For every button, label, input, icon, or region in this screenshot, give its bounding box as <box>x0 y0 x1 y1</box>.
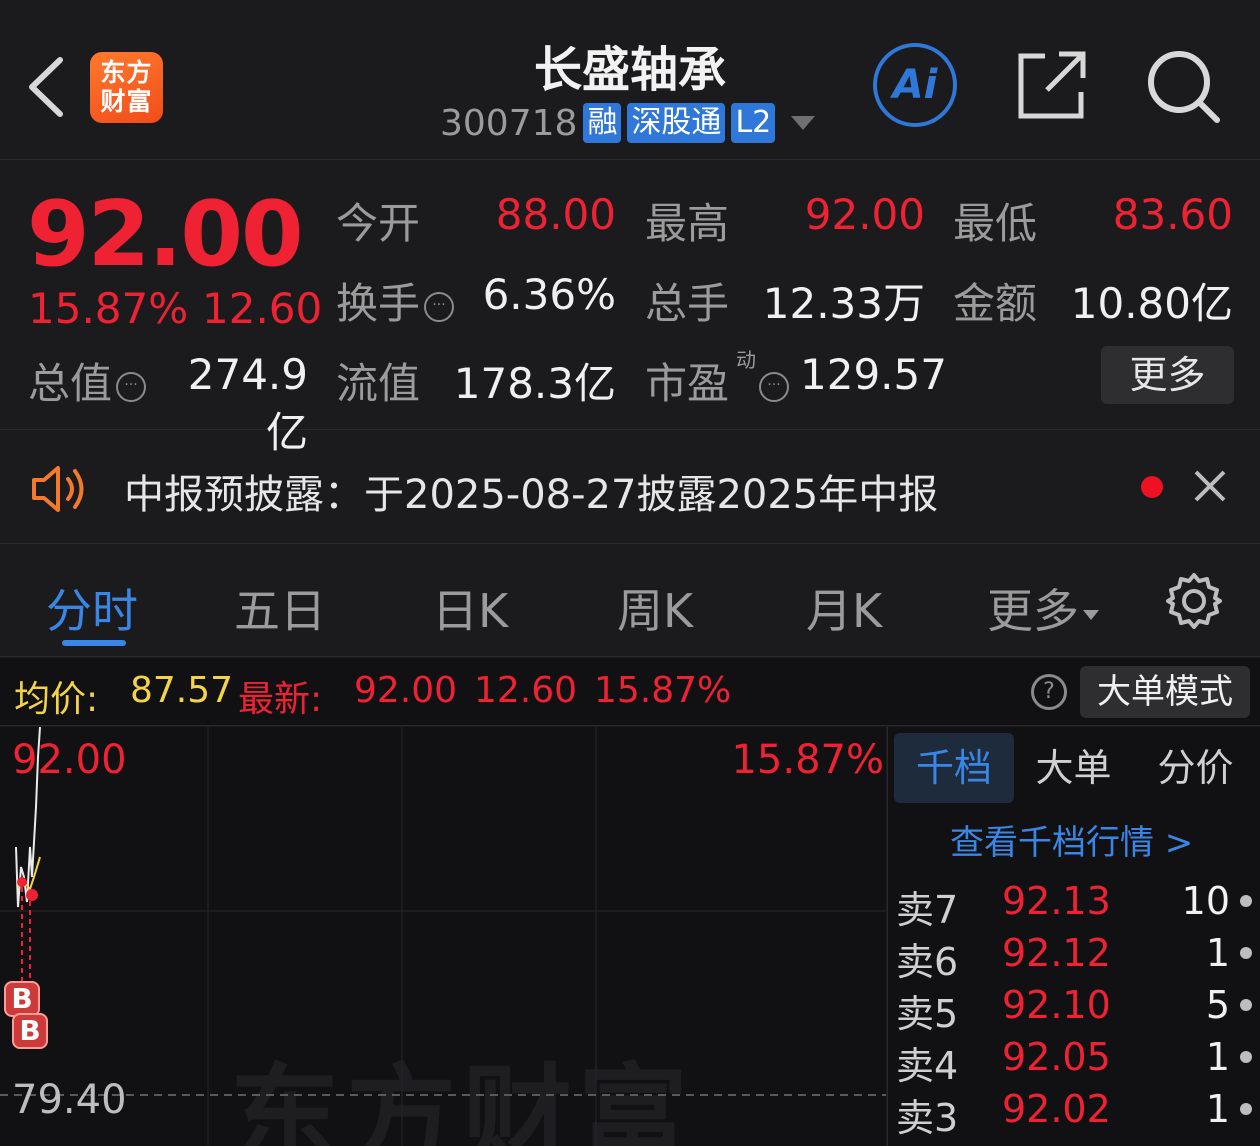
info-icon[interactable]: ··· <box>759 371 790 402</box>
unread-dot <box>1141 476 1163 498</box>
notice-text: 中报预披露：于2025-08-27披露2025年中报 <box>124 472 939 518</box>
chart-high-pct: 15.87% <box>731 737 884 783</box>
stock-code-line[interactable]: 300718 融 深股通 L2 <box>440 100 816 146</box>
tab-price-distribution[interactable]: 分价 <box>1138 733 1253 803</box>
header-bar: 东方 财富 长盛轴承 300718 融 深股通 L2 Ai <box>0 0 1260 160</box>
buy-marker[interactable]: B <box>4 981 40 1017</box>
volume-value: 12.33万 <box>762 279 925 328</box>
open-value: 88.00 <box>495 190 616 239</box>
turnover-label[interactable]: 换手 ··· <box>336 270 455 331</box>
row-dot-icon <box>1240 999 1252 1011</box>
book-row[interactable]: 卖7 92.13 10 <box>896 879 1256 932</box>
tab-weekly-k[interactable]: 周K <box>617 575 693 641</box>
pe-label[interactable]: 市盈 ··· <box>645 350 790 411</box>
chart-grid <box>0 727 886 1146</box>
mktcap-label[interactable]: 总值 ··· <box>28 350 147 411</box>
chart-tabs: 分时 五日 日K 周K 月K 更多 <box>0 545 1260 657</box>
turnover-value: 6.36% <box>482 270 616 319</box>
high-label: 最高 <box>645 199 730 248</box>
buy-marker[interactable]: B <box>12 1013 48 1049</box>
volume-label: 总手 <box>645 279 730 328</box>
big-order-mode-button[interactable]: 大单模式 <box>1080 666 1250 718</box>
tab-intraday[interactable]: 分时 <box>46 575 138 641</box>
amount-value: 10.80亿 <box>1070 279 1233 328</box>
help-icon[interactable]: ? <box>1031 674 1067 710</box>
row-dot-icon <box>1240 947 1252 959</box>
pe-dynamic-mark: 动 <box>736 348 756 372</box>
open-label: 今开 <box>336 199 421 248</box>
float-value: 178.3亿 <box>453 359 616 408</box>
active-tab-indicator <box>62 640 126 646</box>
change-percent: 15.87% <box>28 284 189 333</box>
chart-low-price: 79.40 <box>12 1077 127 1123</box>
float-label: 流值 <box>336 359 421 408</box>
tab-monthly-k[interactable]: 月K <box>806 575 882 641</box>
gear-icon[interactable] <box>1165 572 1223 630</box>
dropdown-caret-icon[interactable] <box>791 116 816 130</box>
chevron-down-icon <box>1083 609 1099 620</box>
average-price-bar: 均价: 87.57 最新: 92.00 12.60 15.87% <box>0 658 1260 726</box>
avg-value: 87.57 <box>130 670 234 711</box>
view-thousand-levels-link[interactable]: 查看千档行情 > <box>950 815 1193 864</box>
back-arrow-icon[interactable] <box>22 52 72 122</box>
info-icon[interactable]: ··· <box>116 371 147 402</box>
order-book: 千档 大单 分价 查看千档行情 > 卖7 92.13 10 卖6 92.12 1… <box>887 727 1260 1146</box>
avg-label: 均价: <box>14 679 99 720</box>
last-price: 92.00 <box>27 182 304 287</box>
pe-value: 129.57 <box>800 350 947 399</box>
tab-five-day[interactable]: 五日 <box>234 575 326 641</box>
chart-high-price: 92.00 <box>12 737 127 783</box>
share-icon[interactable] <box>1015 48 1089 122</box>
book-row[interactable]: 卖3 92.02 1 <box>896 1087 1256 1140</box>
search-icon[interactable] <box>1145 48 1223 126</box>
intraday-chart[interactable]: 东方财富 92.00 15.87% 79.40 B B <box>0 727 886 1146</box>
close-icon[interactable] <box>1190 466 1230 506</box>
amount-label: 金额 <box>953 279 1038 328</box>
tab-big-orders[interactable]: 大单 <box>1016 733 1131 803</box>
speaker-icon <box>32 466 84 512</box>
change-amount: 12.60 <box>202 284 323 333</box>
app-logo[interactable]: 东方 财富 <box>90 52 163 123</box>
latest-pct: 15.87% <box>594 670 732 711</box>
tab-daily-k[interactable]: 日K <box>432 575 508 641</box>
low-label: 最低 <box>953 199 1038 248</box>
tag-margin: 融 <box>583 103 622 143</box>
tag-connect: 深股通 <box>627 103 726 143</box>
tab-more[interactable]: 更多 <box>987 575 1099 641</box>
latest-change: 12.60 <box>474 670 578 711</box>
notice-bar[interactable]: 中报预披露：于2025-08-27披露2025年中报 <box>0 430 1260 544</box>
book-row[interactable]: 卖5 92.10 5 <box>896 983 1256 1036</box>
row-dot-icon <box>1240 895 1252 907</box>
high-value: 92.00 <box>804 190 925 239</box>
row-dot-icon <box>1240 1103 1252 1115</box>
latest-label: 最新: <box>238 679 323 720</box>
stock-code: 300718 <box>440 102 578 144</box>
quote-panel: 92.00 15.87% 12.60 今开 88.00 最高 92.00 最低 … <box>0 160 1260 457</box>
low-value: 83.60 <box>1112 190 1233 239</box>
tab-thousand-levels[interactable]: 千档 <box>894 733 1014 803</box>
ai-assistant-button[interactable]: Ai <box>873 43 957 127</box>
more-button[interactable]: 更多 <box>1101 346 1234 404</box>
stock-name: 长盛轴承 <box>533 42 726 98</box>
row-dot-icon <box>1240 1051 1252 1063</box>
tag-l2: L2 <box>731 103 776 143</box>
latest-value: 92.00 <box>354 670 458 711</box>
book-row[interactable]: 卖4 92.05 1 <box>896 1035 1256 1088</box>
info-icon[interactable]: ··· <box>424 291 455 322</box>
book-row[interactable]: 卖6 92.12 1 <box>896 931 1256 984</box>
